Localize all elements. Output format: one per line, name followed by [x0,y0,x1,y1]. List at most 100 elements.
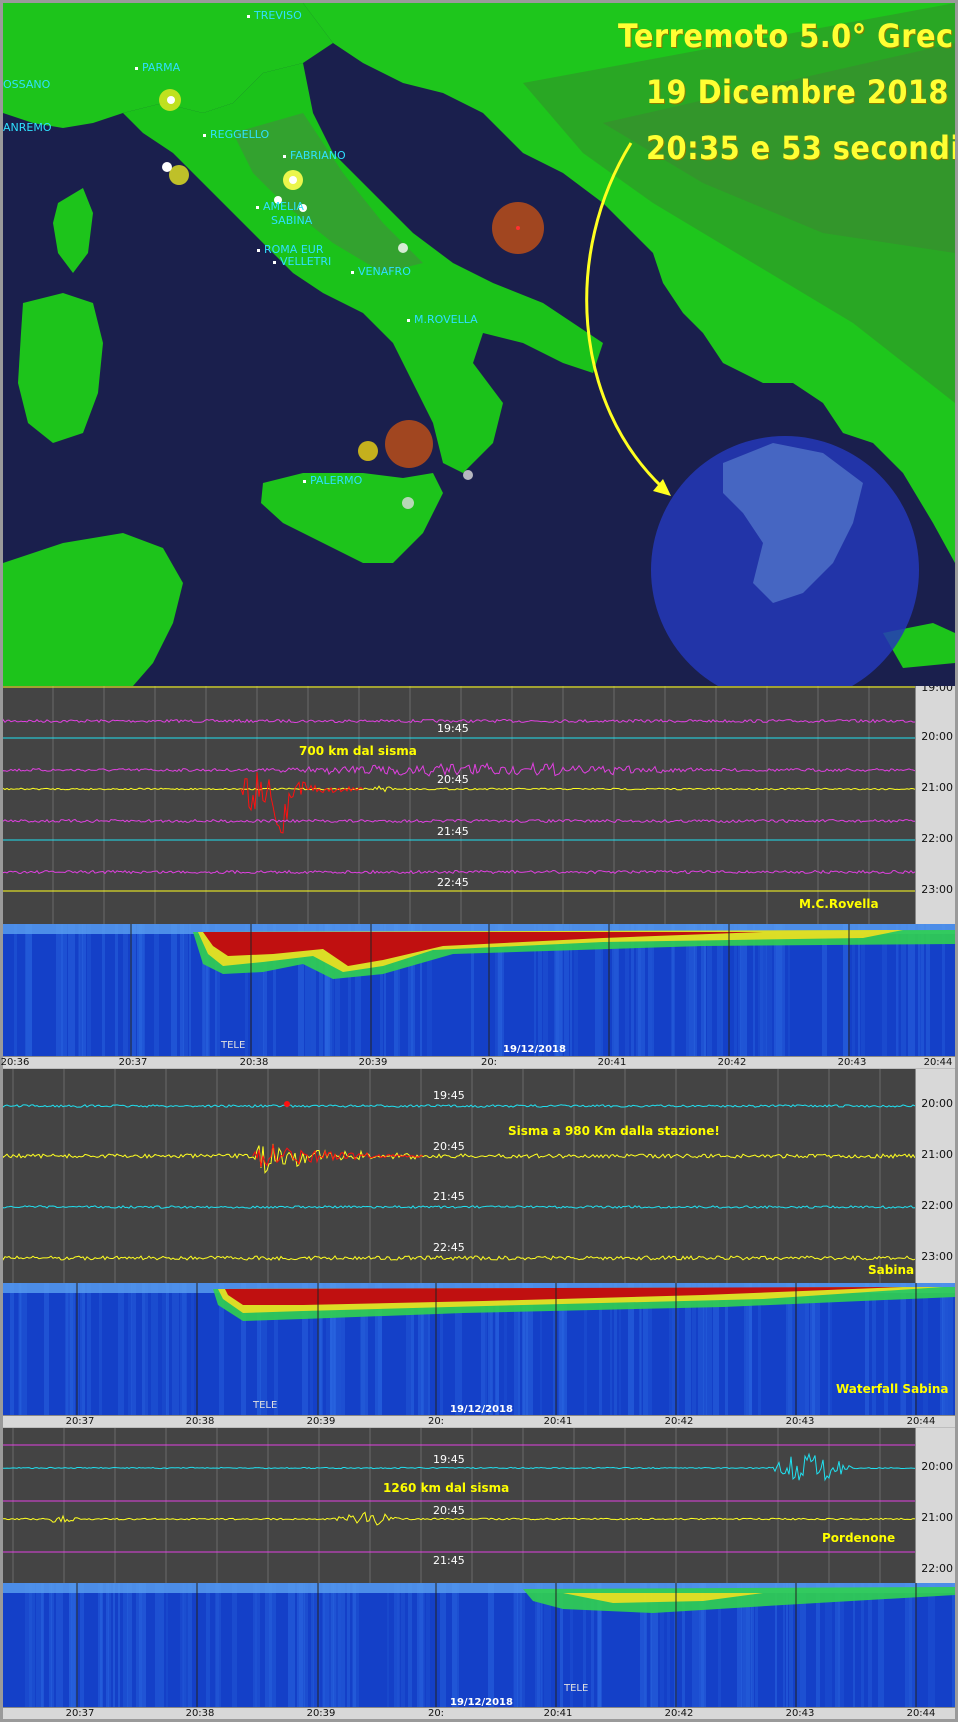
spectrogram-streak [155,1583,159,1707]
map-title-line2: 19 Dicembre 2018 [646,73,949,111]
spectrogram-streak [71,1283,73,1415]
spectrogram-streak [131,1283,136,1415]
spectrogram-streak [137,924,142,1056]
spectrogram-streak [80,1583,84,1707]
spectrogram-streak [188,1583,192,1707]
spectrogram-streak [216,1583,219,1707]
distance-annotation: Sisma a 980 Km dalla stazione! [508,1124,720,1138]
row-time-label: 20:45 [433,1504,465,1517]
station-name: Pordenone [822,1531,896,1545]
spectrogram-streak [113,1583,115,1707]
seismogram-plot-2 [3,1069,955,1283]
spectrogram-streak [66,1283,71,1415]
city-label: AMELIA [256,200,304,213]
spectrogram-streak [868,1583,872,1707]
city-label: PALERMO [303,474,362,487]
spectrogram-streak [387,1583,389,1707]
seismogram-sabina: 19:45 20:45 21:45 22:45 Sisma a 980 Km d… [3,1069,955,1283]
seismogram-plot-1 [3,686,955,924]
map-title-line1: Terremoto 5.0° Grecia [618,17,955,55]
spectrogram-streak [408,1583,412,1707]
spectrogram-streak [102,924,105,1056]
spectrogram-streak [151,1283,158,1415]
date-label: 19/12/2018 [450,1697,513,1707]
spectrogram-streak [183,1583,186,1707]
plot-background [3,1428,955,1583]
spectrogram-streak [520,1583,525,1707]
waterfall-plot-1 [3,924,955,1056]
city-label: FABRIANO [283,149,346,162]
spectrogram-streak [232,1583,237,1707]
row-time-label: 21:45 [437,825,469,838]
spectrogram-streak [311,1583,314,1707]
spectrogram-streak [71,1583,77,1707]
seismogram-mcrovella: 19:45 20:45 21:45 22:45 700 km dal sisma… [3,686,955,924]
seismogram-pordenone: 19:45 20:45 21:45 1260 km dal sisma Pord… [3,1428,955,1583]
spectrogram-streak [51,1583,54,1707]
spectrogram-streak [948,1283,953,1415]
spectrogram-streak [166,1583,168,1707]
plot-background [3,1069,955,1283]
spectrogram-streak [136,1583,142,1707]
spectrogram-streak [253,1583,260,1707]
spectrogram-streak [123,1583,128,1707]
spectrogram-streak [26,924,32,1056]
spectrogram-streak [394,1583,397,1707]
waterfall-caption: Waterfall Sabina [836,1382,949,1396]
city-label: VELLETRI [273,255,331,268]
spectrogram-streak [99,1283,102,1415]
spectrogram-streak [878,1583,884,1707]
station-name: M.C.Rovella [799,897,879,911]
row-time-label: 22:45 [437,876,469,889]
spectrogram-streak [347,1583,350,1707]
tele-label: TELE [221,1040,246,1051]
spectrogram-streak [313,1583,320,1707]
date-label: 19/12/2018 [503,1044,566,1055]
city-label: OSSANO [3,78,51,91]
city-label: PARMA [135,61,180,74]
event-marker [284,1101,290,1107]
spectrogram-streak [41,1583,44,1707]
spectrogram-streak [297,1583,303,1707]
spectrogram-streak [10,1283,14,1415]
spectrogram-streak [118,1583,120,1707]
row-time-label: 21:45 [433,1190,465,1203]
spectrogram-streak [123,924,128,1056]
spectrogram-streak [426,1583,430,1707]
time-axis-1: 20:36 20:37 20:38 20:39 20: 20:41 20:42 … [1,1056,955,1068]
spectrogram-streak [159,1583,164,1707]
spectrogram-streak [830,1283,832,1415]
time-axis-2: 20:37 20:38 20:39 20: 20:41 20:42 20:43 … [3,1415,955,1427]
spectrogram-streak [162,1283,167,1415]
row-time-label: 20:45 [437,773,469,786]
spectrogram-streak [338,1583,341,1707]
spectrogram-streak [401,1583,405,1707]
spectrogram-streak [87,1283,91,1415]
row-time-label: 19:45 [433,1089,465,1102]
spectrogram-streak [78,924,80,1056]
spectrogram-streak [118,1283,124,1415]
spectrogram-streak [44,1283,49,1415]
tele-label: TELE [564,1683,589,1694]
spectrogram-streak [154,924,159,1056]
waterfall-spectrogram-2: TELE 19/12/2018 Waterfall Sabina [3,1283,955,1415]
city-label: VENAFRO [351,265,411,278]
city-label: M.ROVELLA [407,313,478,326]
spectrogram-streak [440,1583,446,1707]
spectrogram-streak [853,1583,855,1707]
waterfall-spectrogram-1: TELE 19/12/2018 [3,924,955,1056]
spectrogram-streak [191,1283,194,1415]
row-time-label: 22:45 [433,1241,465,1254]
row-time-label: 20:45 [433,1140,465,1153]
spectrogram-streak [25,1583,32,1707]
spectrogram-streak [98,1583,102,1707]
spectrogram-streak [341,1583,345,1707]
spectrogram-streak [928,1583,935,1707]
spectrogram-streak [182,1283,187,1415]
spectrogram-streak [861,1583,864,1707]
time-axis-3: 20:37 20:38 20:39 20: 20:41 20:42 20:43 … [3,1707,955,1719]
city-label: REGGELLO [203,128,269,141]
row-time-label: 19:45 [437,722,469,735]
spectrogram-streak [288,1583,295,1707]
city-label: TREVISO [247,9,302,22]
